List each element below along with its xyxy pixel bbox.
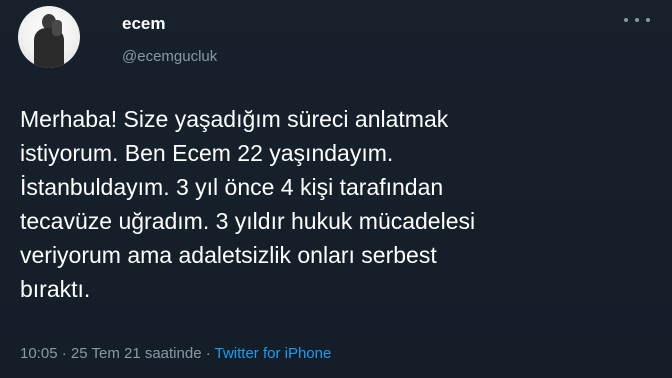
tweet-date[interactable]: 25 Tem 21 saatinde bbox=[71, 345, 202, 362]
more-dot-icon bbox=[646, 18, 650, 22]
user-handle[interactable]: @ecemgucluk bbox=[122, 48, 217, 65]
display-name[interactable]: ecem bbox=[122, 14, 165, 34]
meta-separator: · bbox=[201, 345, 215, 362]
tweet-text: Merhaba! Size yaşadığım süreci anlatmak … bbox=[20, 106, 476, 302]
tweet-meta: 10:05 · 25 Tem 21 saatinde · Twitter for… bbox=[20, 345, 331, 362]
tweet-source-link[interactable]: Twitter for iPhone bbox=[215, 345, 332, 362]
avatar-figure-arm bbox=[52, 20, 62, 36]
more-options-icon[interactable] bbox=[624, 12, 650, 28]
more-dot-icon bbox=[624, 18, 628, 22]
tweet-time[interactable]: 10:05 bbox=[20, 345, 58, 362]
meta-separator: · bbox=[57, 345, 71, 362]
avatar[interactable] bbox=[18, 6, 80, 68]
tweet-card: ecem @ecemgucluk Merhaba! Size yaşadığım… bbox=[0, 0, 672, 378]
more-dot-icon bbox=[635, 18, 639, 22]
